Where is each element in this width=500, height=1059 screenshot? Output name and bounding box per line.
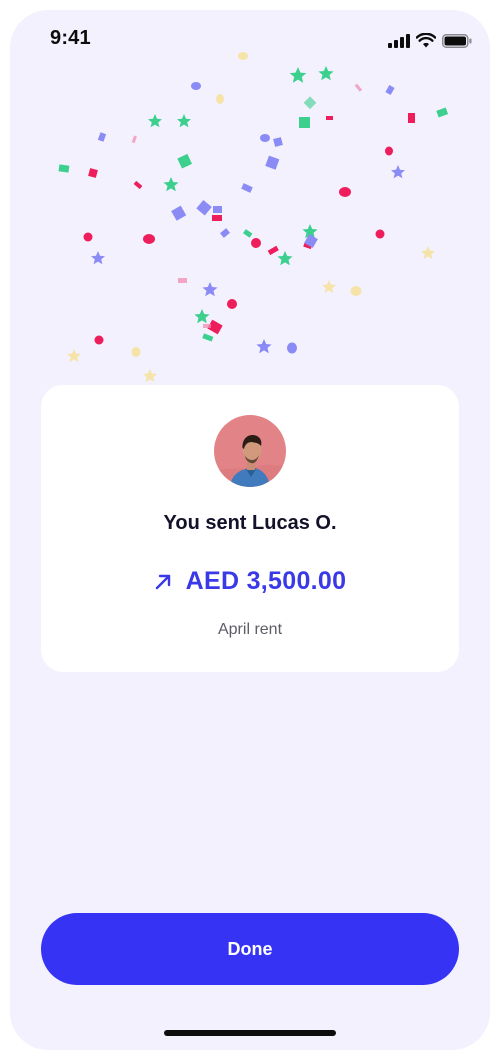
done-button[interactable]: Done — [41, 913, 459, 985]
amount-text: AED 3,500.00 — [185, 567, 347, 595]
recipient-title: You sent Lucas O. — [163, 512, 337, 534]
recipient-avatar-photo — [214, 415, 286, 487]
payment-confirmation-card: You sent Lucas O. AED 3,500.00 April ren… — [41, 385, 459, 672]
payment-note: April rent — [217, 621, 283, 638]
confetti-pink — [83, 113, 415, 345]
confetti-light-pink — [131, 83, 363, 328]
confetti-purple — [91, 82, 405, 354]
confetti-yellow — [67, 52, 435, 382]
amount-row: AED 3,500.00 — [41, 567, 459, 596]
home-indicator[interactable] — [164, 1030, 336, 1036]
phone-screen: 9:41 You sent Lucas O. AED 3,500.00 Apri… — [10, 10, 490, 1050]
arrow-up-right-icon — [155, 574, 170, 589]
confetti-green — [58, 66, 449, 342]
avatar — [214, 415, 286, 487]
confetti-illustration — [58, 52, 449, 382]
